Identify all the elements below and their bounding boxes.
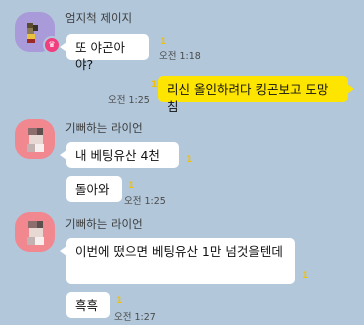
- message-bubble[interactable]: 돌아와: [66, 176, 122, 202]
- message-time: 오전 1:25: [124, 196, 166, 207]
- sender-name: 기뻐하는 라이언: [65, 217, 143, 231]
- unread-count: 1: [302, 271, 309, 281]
- unread-count: 1: [160, 37, 167, 47]
- my-message-bubble[interactable]: 리신 올인하려다 킹곤보고 도망침: [158, 76, 354, 114]
- unread-count: 1: [116, 296, 123, 306]
- message-bubble[interactable]: 또 야곤아야?: [60, 34, 149, 72]
- message-bubble[interactable]: 흑흑: [66, 292, 110, 318]
- crown-icon: ♛: [43, 36, 61, 54]
- unread-count: 1: [151, 80, 158, 90]
- message-time: 오전 1:18: [159, 51, 201, 62]
- message-bubble[interactable]: 내 베팅유산 4천: [60, 142, 179, 168]
- message-time: 오전 1:25: [108, 95, 150, 106]
- message-time: 오전 1:27: [114, 312, 156, 323]
- unread-count: 1: [186, 155, 193, 165]
- sender-name: 기뻐하는 라이언: [65, 121, 143, 135]
- unread-count: 1: [128, 181, 135, 191]
- avatar[interactable]: [15, 212, 55, 252]
- avatar[interactable]: [15, 119, 55, 159]
- message-bubble[interactable]: 이번에 떴으면 베팅유산 1만 넘것을텐데: [60, 238, 295, 284]
- sender-name: 엄지척 제이지: [65, 11, 133, 25]
